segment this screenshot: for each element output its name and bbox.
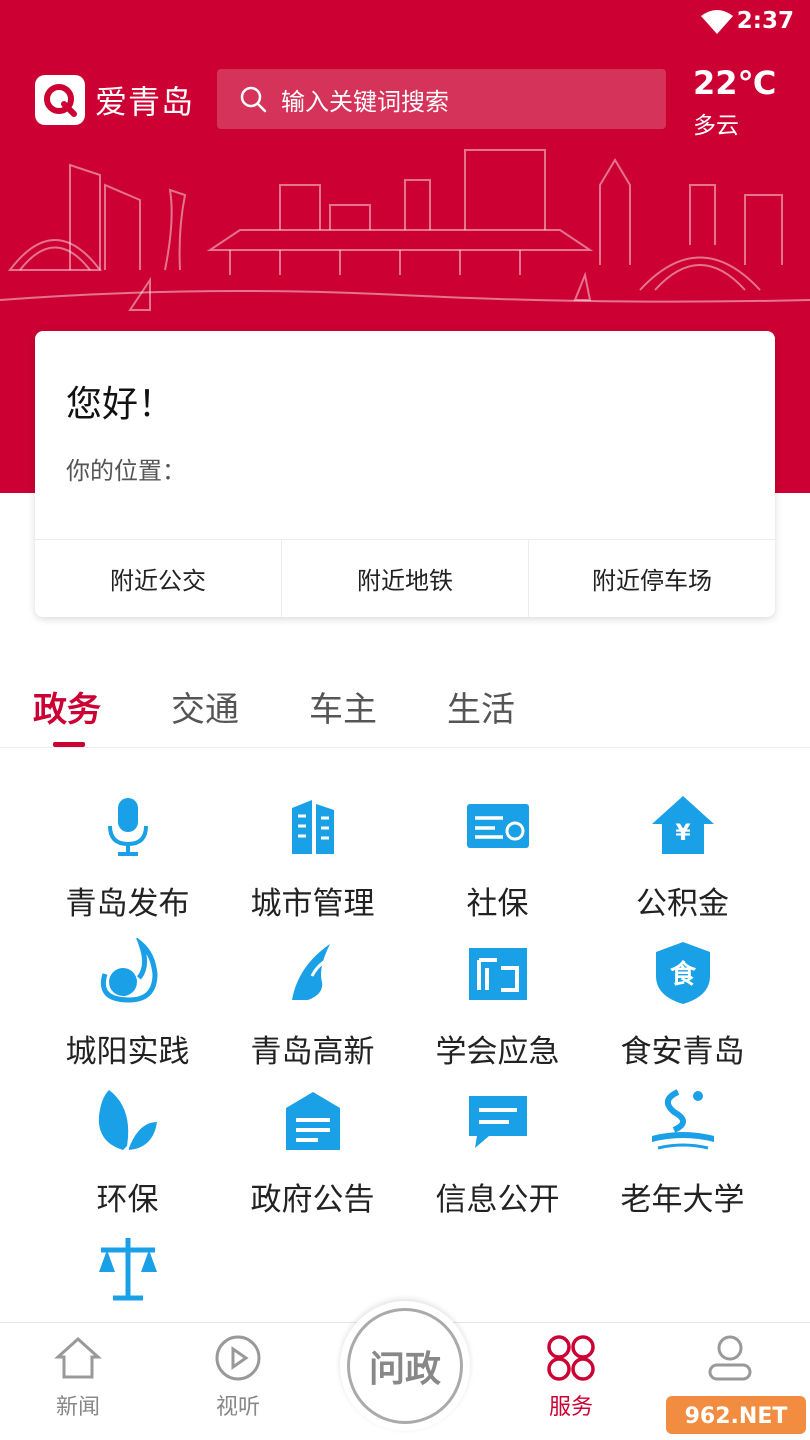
service-senior-university[interactable]: 老年大学 [590,1086,775,1226]
app-name: 爱青岛 [95,83,195,121]
weather-widget[interactable]: 22℃ 多云 [693,64,776,140]
app-logo: 爱青岛 [35,74,194,126]
service-food-safety[interactable]: 食 食安青岛 [590,938,775,1078]
weather-temp: 22℃ [693,64,777,102]
announcement-icon [285,1092,340,1150]
service-chengyang-practice[interactable]: 城阳实践 [35,938,220,1078]
services-icon [547,1335,595,1381]
service-label: 信息公开 [435,1182,560,1218]
service-emergency[interactable]: 学会应急 [405,938,590,1078]
scales-icon [98,1238,157,1301]
microphone-icon [107,798,148,856]
status-time: 2:37 [736,8,794,34]
status-bar: 2:37 [0,0,810,44]
site-watermark-logo: 962.NET [666,1396,806,1434]
service-label: 公积金 [636,886,729,922]
location-label: 你的位置： [66,457,186,485]
service-housing-fund[interactable]: ¥ 公积金 [590,790,775,930]
category-tabs: 政务 交通 车主 生活 [0,660,810,748]
service-label: 社保 [466,886,529,922]
search-input[interactable]: 输入关键词搜索 [217,69,666,129]
service-city-management[interactable]: 城市管理 [220,790,405,930]
hightech-icon [291,944,338,1000]
social-security-card-icon [466,804,529,848]
nav-profile[interactable] [670,1333,790,1389]
service-label: 青岛发布 [65,886,190,922]
service-label: 食安青岛 [620,1034,745,1070]
service-label: 政府公告 [250,1182,375,1218]
message-icon [468,1096,527,1148]
nav-label: 服务 [548,1395,593,1420]
service-qingdao-release[interactable]: 青岛发布 [35,790,220,930]
tab-car-owner[interactable]: 车主 [309,682,377,731]
tab-traffic[interactable]: 交通 [171,682,239,731]
service-label: 青岛高新 [250,1034,375,1070]
play-icon [215,1335,261,1381]
senior-university-icon [651,1089,714,1150]
housing-fund-icon: ¥ [651,796,714,854]
nav-news[interactable]: 新闻 [18,1333,138,1421]
ask-government-button[interactable]: 问政 [340,1301,470,1431]
nav-media[interactable]: 视听 [178,1333,298,1421]
welcome-card: 您好！ 你的位置： 附近公交 附近地铁 附近停车场 [35,331,775,617]
service-label: 城市管理 [250,886,375,922]
nearby-bar: 附近公交 附近地铁 附近停车场 [35,539,775,617]
svg-text:食: 食 [669,959,696,990]
chengyang-icon [100,938,158,1003]
search-placeholder: 输入关键词搜索 [281,87,449,116]
nav-services[interactable]: 服务 [511,1333,631,1421]
nav-label: 视听 [215,1395,260,1420]
food-safety-icon: 食 [655,942,710,1004]
ask-government-label: 问政 [347,1308,463,1424]
weather-desc: 多云 [693,113,739,139]
wifi-icon [701,10,733,34]
profile-icon [708,1335,752,1381]
building-icon [291,800,334,854]
city-skyline-illustration [0,149,810,311]
nearby-parking-button[interactable]: 附近停车场 [529,540,775,617]
service-label: 老年大学 [620,1182,745,1218]
tab-indicator [53,742,85,747]
tab-life[interactable]: 生活 [447,682,515,731]
service-social-security[interactable]: 社保 [405,790,590,930]
bottom-nav: 新闻 视听 问政 服务 962.NET [0,1301,810,1440]
nearby-bus-button[interactable]: 附近公交 [35,540,282,617]
nearby-subway-button[interactable]: 附近地铁 [282,540,529,617]
home-icon [54,1336,102,1379]
service-label: 学会应急 [435,1034,560,1070]
service-environment[interactable]: 环保 [35,1086,220,1226]
logo-icon [35,75,85,125]
service-qingdao-hightech[interactable]: 青岛高新 [220,938,405,1078]
svg-text:¥: ¥ [675,821,691,846]
service-gov-announcement[interactable]: 政府公告 [220,1086,405,1226]
svg-text:962.NET: 962.NET [685,1404,788,1429]
nav-label: 新闻 [55,1395,100,1420]
tab-government[interactable]: 政务 [33,682,101,731]
search-icon [240,86,267,113]
greeting: 您好！ [66,384,175,425]
service-info-disclosure[interactable]: 信息公开 [405,1086,590,1226]
service-label: 环保 [96,1182,159,1218]
leaf-icon [98,1090,157,1150]
service-label: 城阳实践 [65,1034,190,1070]
emergency-icon [468,948,527,1000]
